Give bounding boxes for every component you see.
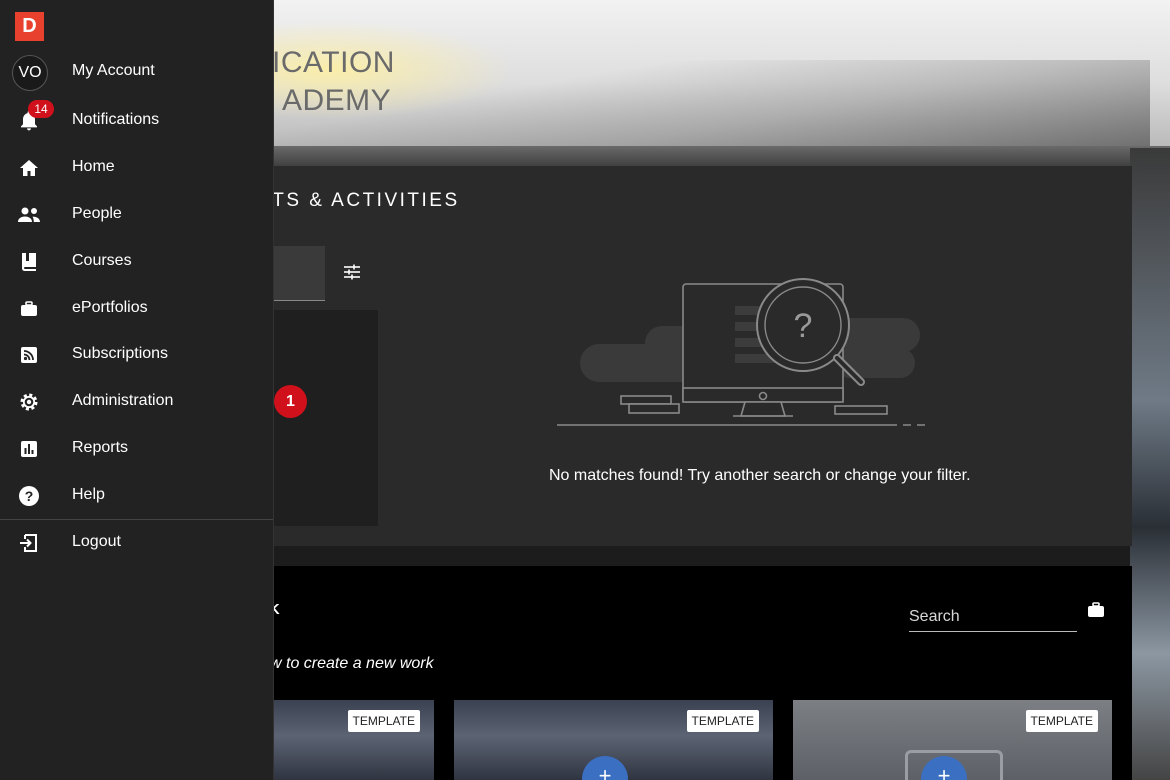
- sidebar-item-people[interactable]: People: [0, 193, 273, 237]
- briefcase-icon[interactable]: [1087, 602, 1105, 618]
- book-icon: [17, 250, 41, 274]
- sidebar-item-label: ePortfolios: [72, 299, 148, 316]
- svg-text:?: ?: [794, 307, 813, 345]
- sidebar-item-subscriptions[interactable]: Subscriptions: [0, 333, 273, 377]
- sidebar-item-administration[interactable]: Administration: [0, 380, 273, 424]
- work-create-hint: w to create a new work: [270, 655, 434, 672]
- sidebar-item-reports[interactable]: Reports: [0, 427, 273, 471]
- empty-state-message: No matches found! Try another search or …: [549, 467, 971, 484]
- notification-count-badge: 14: [28, 100, 54, 118]
- sidebar-item-home[interactable]: Home: [0, 146, 273, 190]
- add-work-button[interactable]: +: [582, 756, 628, 780]
- sidebar-item-label: My Account: [72, 62, 155, 79]
- sidebar-item-eportfolios[interactable]: ePortfolios: [0, 287, 273, 331]
- sidebar-item-label: Reports: [72, 439, 129, 456]
- sidebar-item-label: Notifications: [72, 111, 160, 128]
- template-label: TEMPLATE: [686, 710, 759, 732]
- work-panel: RK w to create a new work Search TEMPLAT…: [115, 566, 1132, 780]
- sidebar-item-label: People: [72, 205, 122, 222]
- sidebar-item-my-account[interactable]: VO My Account: [0, 50, 273, 94]
- template-card[interactable]: TEMPLATE +: [454, 700, 773, 780]
- work-search-input[interactable]: Search: [909, 606, 1077, 632]
- sidebar-item-logout[interactable]: Logout: [0, 521, 273, 565]
- people-icon: [17, 203, 41, 227]
- filter-sliders-icon[interactable]: [342, 262, 362, 282]
- template-card[interactable]: TEMPLATE +: [793, 700, 1112, 780]
- sidebar-item-label: Home: [72, 158, 115, 175]
- template-label: TEMPLATE: [1025, 710, 1098, 732]
- events-count-badge[interactable]: 1: [274, 385, 307, 418]
- page-background-image: [1130, 148, 1170, 780]
- template-label: TEMPLATE: [347, 710, 420, 732]
- avatar: VO: [12, 55, 48, 91]
- sidebar-item-label: Logout: [72, 533, 121, 550]
- svg-text:?: ?: [25, 488, 34, 504]
- sidebar-menu: D VO My Account Notifications 14 Home Pe…: [0, 0, 274, 780]
- chart-icon: [17, 437, 41, 461]
- sidebar-item-label: Subscriptions: [72, 345, 169, 362]
- rss-icon: [17, 343, 41, 367]
- work-search-placeholder: Search: [909, 608, 960, 625]
- sidebar-divider: [0, 519, 273, 520]
- logout-icon: [17, 531, 41, 555]
- sidebar-item-label: Courses: [72, 252, 132, 269]
- home-icon: [17, 156, 41, 180]
- app-logo[interactable]: D: [15, 12, 44, 41]
- gear-icon: [17, 390, 41, 414]
- sidebar-item-label: Administration: [72, 392, 174, 409]
- sidebar-item-label: Help: [72, 486, 105, 503]
- briefcase-icon: [17, 297, 41, 321]
- help-icon: ?: [17, 484, 41, 508]
- no-results-illustration: ?: [557, 278, 953, 426]
- sidebar-item-help[interactable]: ? Help: [0, 474, 273, 518]
- sidebar-item-courses[interactable]: Courses: [0, 240, 273, 284]
- events-panel: NTS & ACTIVITIES 1 ? No matches found! T…: [160, 166, 1132, 546]
- events-heading: NTS & ACTIVITIES: [256, 190, 460, 211]
